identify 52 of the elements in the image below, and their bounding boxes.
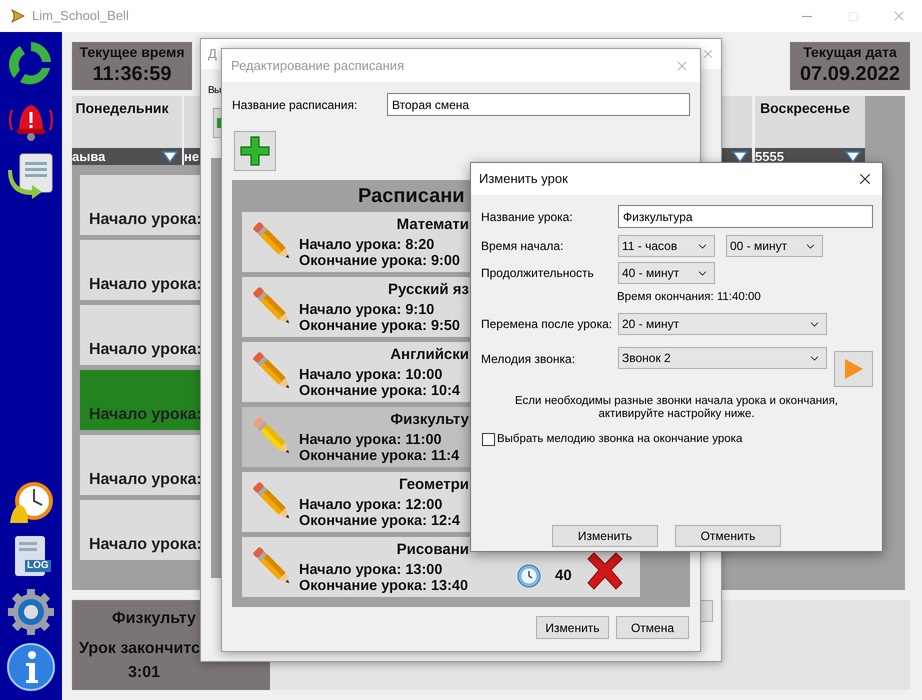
lesson-start: Начало урока: 11:00: [299, 432, 443, 448]
lesson-end: Окончание урока: 10:4: [299, 382, 461, 398]
dialog-title: Изменить урок: [479, 170, 568, 188]
day-header[interactable]: Воскресенье: [755, 96, 865, 148]
day-header[interactable]: Понедельник: [72, 96, 182, 148]
lesson-name: Русский яз: [388, 280, 469, 298]
lesson-end: Окончание урока: 11:4: [299, 448, 460, 464]
melody-select[interactable]: Звонок 2: [618, 347, 827, 370]
lesson-name: Геометри: [398, 476, 469, 494]
time-label: Текущее время: [80, 43, 184, 61]
lesson-name: Рисовани: [396, 540, 469, 558]
field-label: Время начала:: [481, 238, 564, 255]
field-label: Перемена после урока:: [481, 316, 614, 334]
lesson-end: Окончание урока: 9:50: [299, 318, 461, 334]
window-title: Lim_School_Bell: [32, 7, 129, 26]
day-name: Понедельник: [75, 99, 169, 118]
dialog-title: Редактирование расписания: [231, 56, 404, 75]
lesson-name: Физкульту: [390, 410, 469, 428]
remaining-time: 3:01: [128, 663, 162, 683]
dialog-button[interactable]: Изменить: [552, 525, 658, 547]
minutes-select[interactable]: 00 - минут: [726, 235, 823, 257]
field-label: Вы: [208, 84, 222, 98]
remaining-label: Урок закончитс: [79, 639, 201, 659]
schedule-name-field[interactable]: Вторая смена: [387, 93, 690, 116]
break-select[interactable]: 20 - минут: [618, 313, 827, 336]
lesson-start: Начало урока: 13:00: [299, 562, 444, 578]
lesson-end: Окончание урока: 13:40: [299, 578, 469, 594]
dialog-button[interactable]: Изменить: [536, 616, 609, 639]
date-value: 07.09.2022: [800, 62, 900, 87]
dialog-button[interactable]: Отменить: [675, 525, 781, 547]
field-label: Название расписания:: [232, 96, 358, 114]
field-label: Мелодия звонка:: [481, 351, 576, 368]
day-name: Воскресенье: [760, 99, 850, 118]
date-label: Текущая дата: [803, 43, 897, 61]
dialog-title: Д: [208, 45, 217, 64]
hours-select[interactable]: 11 - часов: [618, 235, 715, 257]
lesson-start: Начало урока: 12:00: [299, 496, 444, 512]
lesson-end: Окончание урока: 9:00: [299, 252, 461, 268]
schedule-dropdown[interactable]: аыва: [72, 148, 182, 165]
dialog-button[interactable]: Отмена: [616, 616, 689, 639]
duration-select[interactable]: 40 - минут: [618, 262, 715, 284]
lesson-name: Английски: [390, 346, 469, 364]
lesson-duration: 40: [555, 566, 572, 586]
lesson-start: Начало урока: 8:20: [299, 236, 436, 252]
lesson-start: Начало урока: 9:10: [299, 302, 436, 318]
panel-title: Расписани: [358, 184, 466, 209]
time-value: 11:36:59: [92, 62, 172, 87]
lesson-name-field[interactable]: Физкультура: [618, 205, 873, 228]
lesson-name: Математи: [396, 216, 469, 234]
lesson-end: Окончание урока: 12:4: [299, 512, 461, 528]
lesson-start: Начало урока: 10:00: [299, 366, 444, 382]
current-lesson-name: Физкульту: [112, 609, 197, 629]
